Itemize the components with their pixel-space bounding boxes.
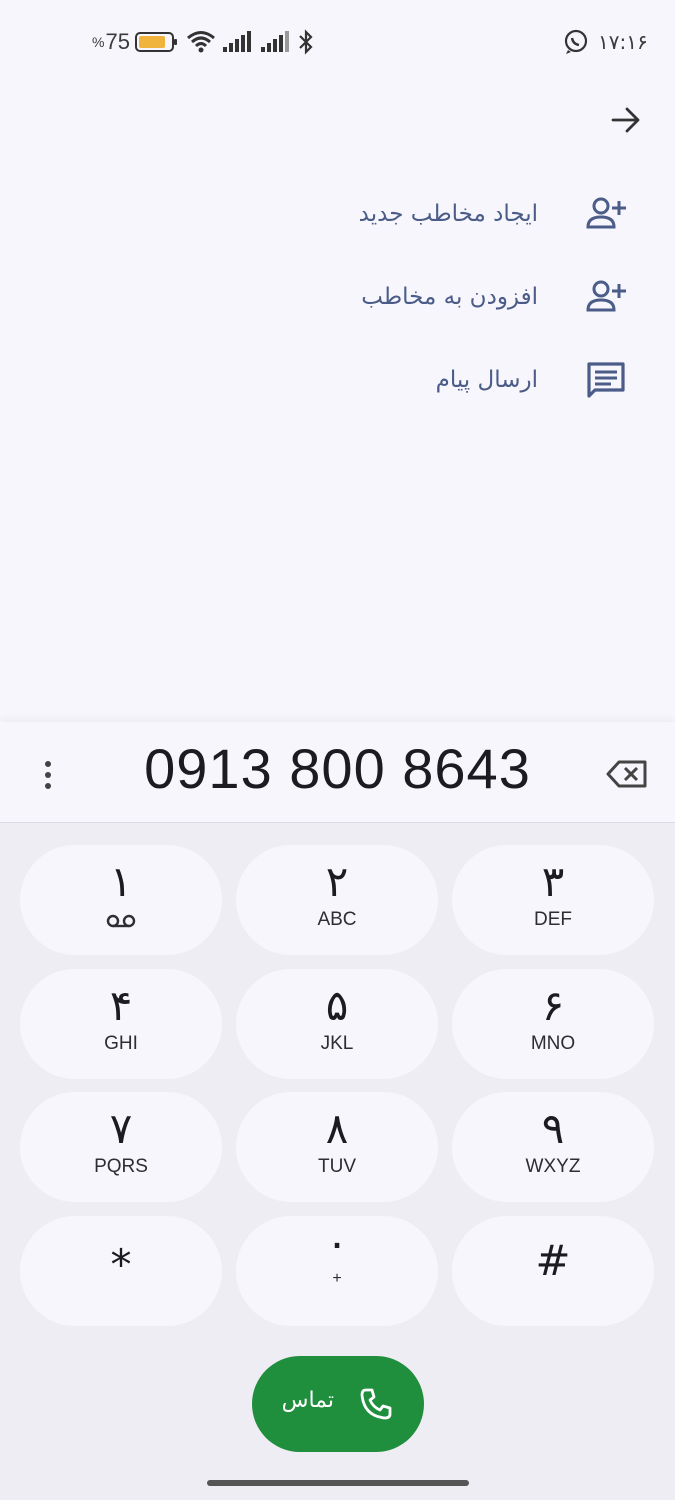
dial-key-2[interactable]: ۲ ABC <box>236 845 438 955</box>
message-icon <box>585 359 627 401</box>
voicemail-icon <box>106 913 136 932</box>
clock: ۱۷:۱۶ <box>598 30 648 54</box>
back-arrow-icon[interactable] <box>608 102 644 138</box>
dial-key-hash[interactable]: # <box>452 1216 654 1326</box>
dial-key-8[interactable]: ۸ TUV <box>236 1092 438 1202</box>
dialed-number[interactable]: 0913 800 8643 <box>90 736 585 801</box>
dial-key-3[interactable]: ۳ DEF <box>452 845 654 955</box>
person-add-icon <box>585 276 627 318</box>
phone-icon <box>358 1386 394 1426</box>
dial-key-7[interactable]: ۷ PQRS <box>20 1092 222 1202</box>
dial-key-0[interactable]: ۰ + <box>236 1216 438 1326</box>
wifi-icon <box>186 27 216 57</box>
create-new-contact-button[interactable]: ایجاد مخاطب جدید <box>0 178 675 250</box>
add-to-contact-button[interactable]: افزودن به مخاطب <box>0 261 675 333</box>
dial-key-6[interactable]: ۶ MNO <box>452 969 654 1079</box>
signal-icon <box>260 27 292 57</box>
call-button[interactable]: تماس <box>252 1356 424 1452</box>
add-to-contact-label: افزودن به مخاطب <box>361 284 538 310</box>
send-message-label: ارسال پیام <box>435 367 538 393</box>
person-add-icon <box>585 193 627 235</box>
create-new-contact-label: ایجاد مخاطب جدید <box>358 201 538 227</box>
dial-key-4[interactable]: ۴ GHI <box>20 969 222 1079</box>
status-bar: % 75 ۱۷:۱۶ <box>0 0 675 84</box>
battery-icon <box>135 27 179 57</box>
dial-key-5[interactable]: ۵ JKL <box>236 969 438 1079</box>
dial-key-1[interactable]: ۱ <box>20 845 222 955</box>
dial-key-9[interactable]: ۹ WXYZ <box>452 1092 654 1202</box>
bluetooth-icon <box>297 27 315 57</box>
signal-icon <box>222 27 254 57</box>
dial-key-star[interactable]: * <box>20 1216 222 1326</box>
whatsapp-icon <box>563 27 589 57</box>
backspace-icon[interactable] <box>605 756 649 792</box>
battery-level: % 75 <box>92 29 130 54</box>
send-message-button[interactable]: ارسال پیام <box>0 344 675 416</box>
home-indicator[interactable] <box>207 1480 469 1486</box>
number-bar: 0913 800 8643 <box>0 722 675 823</box>
more-vertical-icon[interactable] <box>36 757 60 793</box>
